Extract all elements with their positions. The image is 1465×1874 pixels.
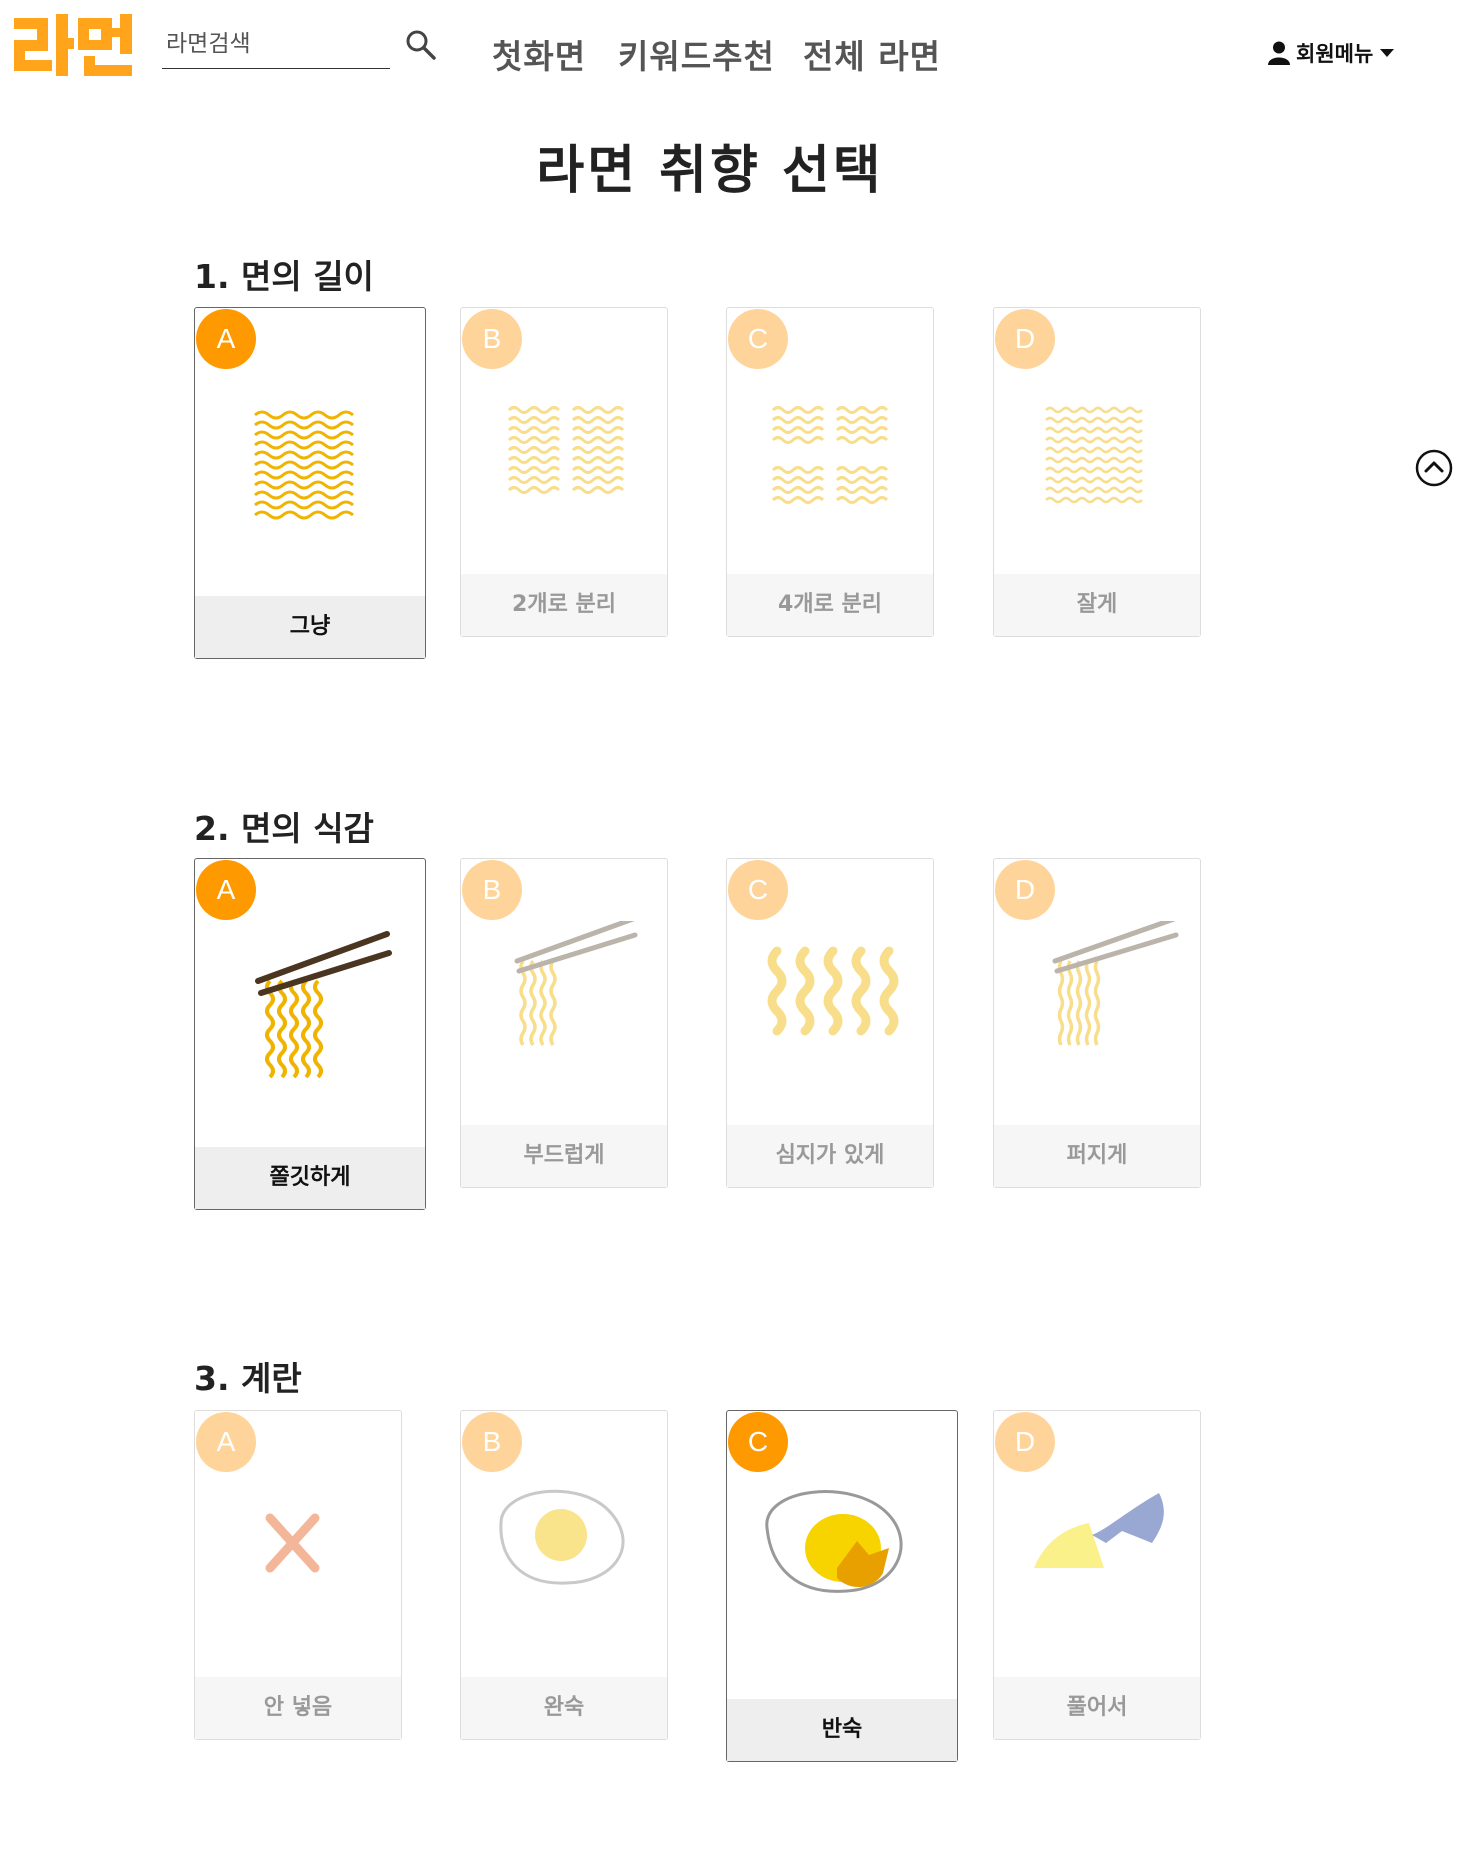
soft-boiled-egg-icon: [765, 1490, 903, 1593]
option-card-length-b[interactable]: B 2개로 분리: [460, 307, 668, 637]
option-card-egg-d[interactable]: D 풀어서: [993, 1410, 1201, 1740]
chopsticks-noodle-chewy-icon: [255, 931, 392, 1079]
option-label: 4개로 분리: [727, 574, 933, 636]
nav-home[interactable]: 첫화면: [492, 30, 586, 78]
option-badge: B: [462, 309, 522, 369]
option-card-egg-c[interactable]: C 반숙: [726, 1410, 958, 1762]
option-label: 풀어서: [994, 1677, 1200, 1739]
beaten-egg-icon: [1034, 1493, 1164, 1568]
caret-down-icon: [1380, 49, 1395, 57]
chopsticks-noodle-soggy-icon: [1052, 921, 1179, 1046]
option-label: 안 넣음: [195, 1677, 401, 1739]
option-badge: D: [995, 309, 1055, 369]
option-label: 반숙: [727, 1699, 957, 1761]
whole-noodle-block-icon: [254, 410, 354, 520]
option-card-texture-b[interactable]: B 부드럽게: [460, 858, 668, 1188]
user-menu-dropdown[interactable]: 회원메뉴: [1268, 38, 1395, 68]
hard-boiled-egg-icon: [499, 1489, 625, 1585]
page-title: 라면 취향 선택: [536, 141, 884, 201]
section-title-noodle-length: 1. 면의 길이: [194, 257, 374, 296]
search-box: [162, 22, 390, 69]
option-badge: A: [196, 309, 256, 369]
option-label: 부드럽게: [461, 1125, 667, 1187]
option-badge: A: [196, 1412, 256, 1472]
no-egg-x-icon: [265, 1513, 320, 1573]
option-badge: D: [995, 1412, 1055, 1472]
option-badge: A: [196, 860, 256, 920]
ramen-logo[interactable]: 라면: [14, 14, 132, 76]
search-icon[interactable]: [404, 28, 438, 62]
option-card-texture-d[interactable]: D 퍼지게: [993, 858, 1201, 1188]
chopsticks-noodle-soft-icon: [514, 921, 638, 1046]
scroll-to-top-icon[interactable]: [1415, 449, 1453, 487]
option-label: 2개로 분리: [461, 574, 667, 636]
section-title-noodle-texture: 2. 면의 식감: [194, 809, 374, 848]
option-label: 심지가 있게: [727, 1125, 933, 1187]
option-card-egg-a[interactable]: A 안 넣음: [194, 1410, 402, 1740]
option-card-texture-c[interactable]: C 심지가 있게: [726, 858, 934, 1188]
option-card-length-a[interactable]: A 그냥: [194, 307, 426, 659]
user-icon: [1268, 41, 1290, 65]
option-label: 쫄깃하게: [195, 1147, 425, 1209]
option-badge: B: [462, 1412, 522, 1472]
option-badge: B: [462, 860, 522, 920]
option-label: 퍼지게: [994, 1125, 1200, 1187]
option-badge: C: [728, 309, 788, 369]
option-badge: C: [728, 1412, 788, 1472]
half-noodle-block-icon: [507, 406, 625, 494]
nav-all-ramen[interactable]: 전체 라면: [803, 30, 941, 78]
option-card-texture-a[interactable]: A 쫄깃하게: [194, 858, 426, 1210]
option-badge: D: [995, 860, 1055, 920]
search-input[interactable]: [162, 22, 390, 66]
chopped-noodle-icon: [1045, 406, 1143, 504]
option-label: 완숙: [461, 1677, 667, 1739]
section-title-egg: 3. 계란: [194, 1359, 302, 1398]
option-card-egg-b[interactable]: B 완숙: [460, 1410, 668, 1740]
option-label: 그냥: [195, 596, 425, 658]
option-card-length-c[interactable]: C 4개로 분리: [726, 307, 934, 637]
option-badge: C: [728, 860, 788, 920]
wavy-noodle-firm-icon: [767, 946, 899, 1036]
option-label: 잘게: [994, 574, 1200, 636]
nav-keyword-recommend[interactable]: 키워드추천: [618, 30, 775, 78]
user-menu-label: 회원메뉴: [1296, 42, 1374, 66]
option-card-length-d[interactable]: D 잘게: [993, 307, 1201, 637]
quarter-noodle-block-icon: [771, 406, 889, 504]
